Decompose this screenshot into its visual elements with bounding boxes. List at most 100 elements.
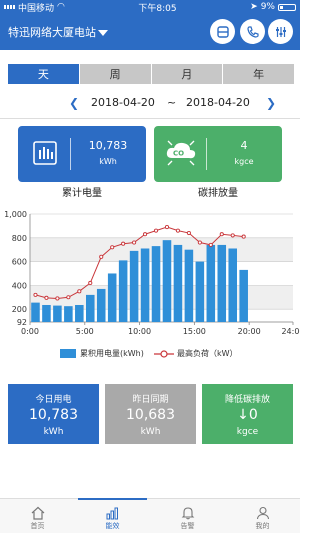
bar [118, 260, 128, 322]
chevron-down-icon[interactable] [98, 30, 108, 36]
y-tick-label: 200 [12, 305, 27, 314]
next-date-button[interactable]: ❯ [266, 96, 276, 110]
bar [42, 304, 51, 322]
bar [217, 244, 227, 322]
x-tick-label: 5:00 [76, 327, 94, 336]
nav-profile[interactable]: 我的 [225, 499, 300, 533]
chart-legend: 累积用电量(kWh) 最高负荷（kW） [0, 347, 300, 361]
y-tick-label: 400 [12, 281, 27, 290]
line-point [66, 295, 71, 300]
app-header: 特迅网络大厦电站 [0, 14, 300, 50]
bar [228, 248, 238, 322]
legend-line-swatch [154, 350, 174, 358]
end-date: 2018-04-20 [186, 96, 250, 109]
station-name[interactable]: 特迅网络大厦电站 [8, 24, 96, 40]
tab-week[interactable]: 周 [79, 64, 151, 84]
prev-date-button[interactable]: ❮ [69, 96, 79, 110]
bar [184, 249, 194, 322]
divider [0, 118, 300, 119]
phone-icon [246, 25, 259, 38]
arrow-down-icon: ↓ [237, 407, 249, 423]
bar [239, 269, 248, 322]
legend-bar-label: 累积用电量(kWh) [80, 349, 144, 358]
bar [107, 273, 117, 322]
bar [85, 294, 95, 322]
carbon-reduction-box: 降低碳排放 ↓0 kgce [202, 384, 293, 444]
line-point [99, 254, 104, 259]
energy-value: 10,783 [88, 139, 128, 152]
sliders-icon [275, 26, 286, 37]
nav-alarm[interactable]: 告警 [150, 499, 225, 533]
energy-label: 累计电量 [62, 188, 102, 199]
location-icon: ➤ [250, 2, 258, 12]
today-usage-box: 今日用电 10,783 kWh [8, 384, 99, 444]
x-tick-label: 15:00 [183, 327, 206, 336]
nav-active-indicator [78, 498, 147, 500]
legend-line-label: 最高负荷（kW） [177, 349, 238, 358]
carbon-unit: kgce [234, 157, 254, 166]
yesterday-usage-value: 10,683 [126, 407, 175, 423]
yesterday-usage-title: 昨日同期 [132, 395, 169, 405]
meter-icon [33, 141, 57, 165]
carbon-label: 碳排放量 [198, 188, 238, 199]
nav-alarm-label: 告警 [180, 522, 195, 530]
wifi-icon: ◠ [57, 2, 65, 12]
line-point [77, 289, 82, 294]
switch-view-button[interactable] [210, 19, 235, 44]
nav-efficiency-label: 能效 [105, 522, 120, 530]
line-point [132, 240, 137, 245]
bar [151, 246, 161, 322]
period-tabs: 天 周 月 年 [8, 64, 294, 84]
nav-efficiency[interactable]: 能效 [75, 498, 150, 533]
status-time: 下午8:05 [138, 3, 177, 14]
nav-home-label: 首页 [30, 522, 45, 530]
co2-icon: CO [166, 140, 196, 166]
signal-icon [4, 5, 15, 9]
switch-icon [216, 25, 229, 38]
grid-band [30, 237, 293, 262]
line-point [164, 225, 170, 230]
line-point [153, 228, 159, 233]
bar-chart-icon [106, 507, 118, 520]
today-usage-unit: kWh [43, 427, 64, 437]
legend-bar-swatch [60, 349, 76, 358]
date-separator: ~ [167, 96, 177, 109]
line-point [186, 230, 191, 236]
yesterday-usage-unit: kWh [140, 427, 161, 437]
today-usage-title: 今日用电 [35, 395, 72, 405]
bar [75, 304, 84, 322]
y-tick-label: 92 [17, 318, 27, 327]
bar [206, 244, 216, 322]
carbon-card: CO 4 kgce [154, 126, 282, 182]
today-usage-value: 10,783 [29, 407, 78, 423]
tab-day[interactable]: 天 [8, 64, 79, 84]
nav-home[interactable]: 首页 [0, 499, 75, 533]
bar [64, 306, 73, 322]
line-point [143, 232, 148, 237]
yesterday-usage-box: 昨日同期 10,683 kWh [105, 384, 196, 444]
home-icon [31, 506, 44, 520]
tab-month[interactable]: 月 [151, 64, 223, 84]
x-tick-label: 10:00 [128, 327, 151, 336]
energy-chart: 92 200 400 600 800 1,000 0:00 5:00 10:00 15:00 20:… [4, 210, 300, 336]
bar [140, 248, 150, 322]
nav-profile-label: 我的 [255, 522, 270, 530]
line-point [219, 232, 224, 237]
settings-button[interactable] [268, 19, 293, 44]
y-tick-label: 800 [12, 234, 27, 243]
line-point [241, 234, 246, 239]
date-range: ❮ 2018-04-20 ~ 2018-04-20 ❯ [0, 92, 300, 114]
y-tick-label: 1,000 [4, 210, 27, 219]
bar [53, 305, 62, 322]
call-button[interactable] [240, 19, 265, 44]
line-point [197, 240, 202, 245]
bar [162, 240, 172, 322]
bottom-nav: 首页 能效 告警 我的 [0, 498, 300, 533]
line-point [121, 241, 126, 246]
x-tick-label: 24:00 [281, 327, 300, 336]
line-point [110, 245, 115, 250]
line-point [55, 296, 60, 301]
bar [96, 288, 106, 322]
tab-year[interactable]: 年 [223, 64, 294, 84]
energy-unit: kWh [99, 157, 117, 166]
